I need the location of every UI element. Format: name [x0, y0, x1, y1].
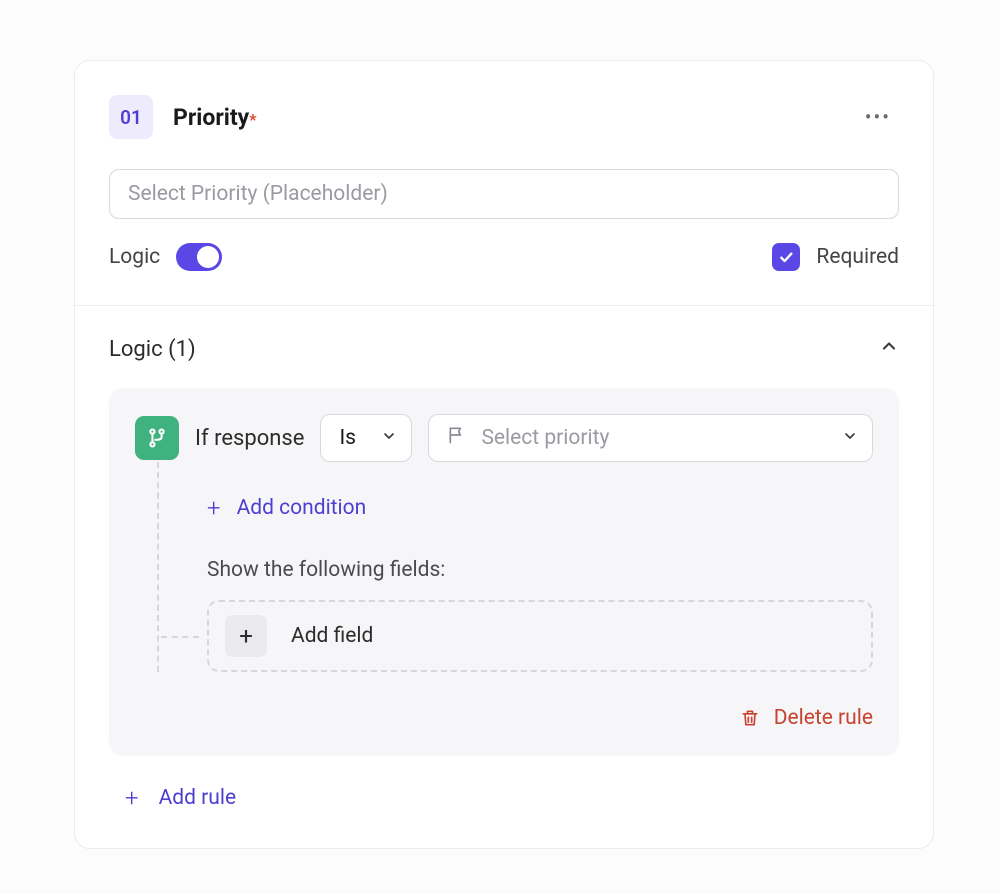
plus-icon: +	[207, 494, 221, 522]
priority-select-placeholder: Select Priority (Placeholder)	[128, 182, 388, 206]
add-field-button[interactable]: + Add field	[207, 600, 873, 672]
field-number-badge: 01	[109, 95, 153, 139]
divider	[75, 305, 933, 306]
chevron-up-icon	[879, 336, 899, 362]
field-header: 01 Priority* •••	[109, 95, 899, 139]
required-asterisk: *	[249, 110, 256, 129]
add-rule-label: Add rule	[159, 786, 237, 810]
logic-section-title: Logic (1)	[109, 337, 196, 362]
show-fields-label: Show the following fields:	[207, 558, 873, 582]
field-title-wrap: Priority*	[173, 104, 256, 131]
condition-value-select[interactable]: Select priority	[428, 414, 873, 462]
rule-card: If response Is Select priority + Ad	[109, 388, 899, 756]
delete-rule-button[interactable]: Delete rule	[740, 706, 873, 730]
rule-condition-row: If response Is Select priority	[135, 414, 873, 462]
delete-rule-label: Delete rule	[774, 706, 873, 730]
add-field-label: Add field	[291, 624, 373, 648]
operator-select[interactable]: Is	[320, 414, 412, 462]
condition-value-placeholder: Select priority	[481, 426, 609, 450]
required-checkbox[interactable]	[772, 243, 800, 271]
add-condition-label: Add condition	[237, 496, 367, 520]
operator-value: Is	[339, 426, 356, 450]
required-label: Required	[816, 245, 899, 269]
field-card: 01 Priority* ••• Select Priority (Placeh…	[74, 60, 934, 849]
field-title: Priority	[173, 104, 249, 131]
trash-icon	[740, 707, 760, 729]
more-options-button[interactable]: •••	[863, 101, 893, 133]
delete-rule-row: Delete rule	[135, 706, 873, 730]
logic-section-header[interactable]: Logic (1)	[109, 336, 899, 362]
rule-nested-block: + Add condition Show the following field…	[157, 462, 873, 672]
add-condition-button[interactable]: + Add condition	[207, 494, 873, 522]
flag-icon	[447, 425, 467, 451]
field-controls-row: Logic Required	[109, 243, 899, 271]
logic-toggle[interactable]	[176, 243, 222, 271]
logic-label: Logic	[109, 245, 160, 269]
chevron-down-icon	[842, 426, 858, 450]
priority-select-input[interactable]: Select Priority (Placeholder)	[109, 169, 899, 219]
plus-icon: +	[125, 784, 139, 812]
chevron-down-icon	[381, 426, 397, 450]
plus-square-icon: +	[225, 615, 267, 657]
check-icon	[778, 249, 794, 265]
add-rule-button[interactable]: + Add rule	[109, 784, 899, 812]
if-response-label: If response	[195, 426, 304, 451]
branch-icon	[135, 416, 179, 460]
